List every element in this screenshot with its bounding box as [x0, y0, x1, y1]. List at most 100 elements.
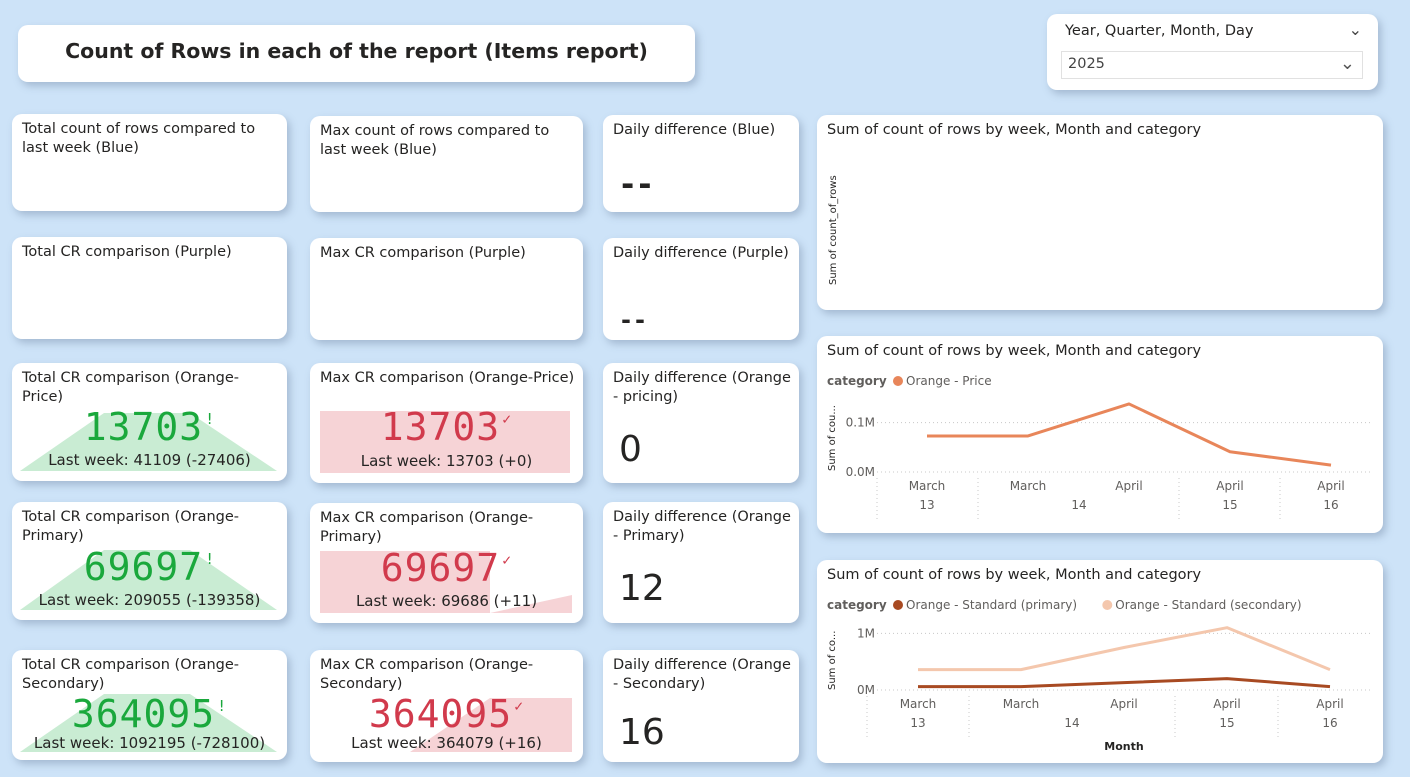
kpi-daily-blue[interactable]: Daily difference (Blue) -- — [603, 115, 799, 212]
kpi-max-blue[interactable]: Max count of rows compared to last week … — [310, 116, 583, 212]
chart-plot: category Orange - Standard (primary) Orang… — [827, 598, 1373, 753]
x-group-label: 14 — [1064, 716, 1079, 730]
y-axis-label: Sum of co... — [827, 631, 838, 690]
x-group-label: 13 — [919, 498, 934, 512]
kpi-value: 13703! — [12, 405, 287, 449]
card-value: 0 — [619, 429, 642, 470]
kpi-number: 364095 — [368, 692, 513, 736]
x-group-label: 16 — [1323, 498, 1338, 512]
alert-icon: ! — [217, 697, 228, 715]
card-title: Daily difference (Purple) — [613, 245, 789, 261]
kpi-total-blue[interactable]: Total count of rows compared to last wee… — [12, 114, 287, 211]
card-value: -- — [621, 165, 656, 203]
kpi-number: 13703 — [380, 405, 501, 449]
slicer-label: Year, Quarter, Month, Day — [1065, 23, 1254, 39]
kpi-value: 13703 ✓ — [310, 405, 583, 449]
x-tick-label: March — [900, 697, 937, 711]
legend-marker — [1102, 600, 1113, 610]
card-title: Total CR comparison (Orange-Price) — [22, 370, 240, 405]
y-axis-label: Sum of count_of_rows — [828, 175, 839, 285]
x-tick-label: April — [1216, 479, 1243, 493]
date-slicer[interactable]: Year, Quarter, Month, Day ⌄ 2025 ⌄ — [1047, 14, 1378, 90]
legend-marker — [893, 600, 903, 610]
legend-entry: Orange - Price — [906, 374, 992, 388]
x-group-label: 15 — [1222, 498, 1237, 512]
x-group-label: 14 — [1071, 498, 1086, 512]
kpi-max-orange-secondary[interactable]: Max CR comparison (Orange-Secondary) 364… — [310, 650, 583, 762]
kpi-max-orange-primary[interactable]: Max CR comparison (Orange-Primary) 69697… — [310, 503, 583, 623]
legend-marker — [893, 376, 903, 386]
card-title: Total CR comparison (Purple) — [22, 244, 232, 260]
card-value: 16 — [619, 712, 665, 753]
x-group-label: 16 — [1322, 716, 1337, 730]
card-title: Max count of rows compared to last week … — [320, 123, 550, 158]
kpi-total-orange-price[interactable]: Total CR comparison (Orange-Price) 13703… — [12, 363, 287, 481]
y-tick-label: 1M — [857, 626, 875, 640]
page-title-card: Count of Rows in each of the report (Ite… — [18, 25, 695, 82]
x-tick-label: April — [1213, 697, 1240, 711]
kpi-last-week: Last week: 69686 (+11) — [355, 592, 538, 610]
card-title: Daily difference (Blue) — [613, 122, 776, 138]
x-tick-label: March — [1010, 479, 1047, 493]
kpi-total-purple[interactable]: Total CR comparison (Purple) — [12, 237, 287, 339]
kpi-daily-orange-secondary[interactable]: Daily difference (Orange - Secondary) 16 — [603, 650, 799, 762]
chevron-down-icon[interactable]: ⌄ — [1340, 53, 1355, 74]
kpi-value: 364095! — [12, 692, 287, 736]
card-value: -- — [621, 306, 649, 334]
chart-orange-price[interactable]: Sum of count of rows by week, Month and … — [817, 336, 1383, 533]
legend-title: category — [827, 374, 887, 388]
kpi-last-week: Last week: 13703 (+0) — [360, 452, 533, 470]
page-title: Count of Rows in each of the report (Ite… — [65, 39, 648, 63]
series-line — [927, 402, 1332, 467]
x-tick-label: April — [1115, 479, 1142, 493]
alert-icon: ! — [205, 550, 216, 568]
chevron-down-icon[interactable]: ⌄ — [1349, 20, 1362, 39]
kpi-total-orange-primary[interactable]: Total CR comparison (Orange-Primary) 696… — [12, 502, 287, 620]
chart-orange-standard[interactable]: Sum of count of rows by week, Month and … — [817, 560, 1383, 763]
alert-icon: ! — [205, 410, 216, 428]
check-icon: ✓ — [502, 551, 513, 569]
kpi-number: 13703 — [83, 405, 204, 449]
card-title: Total CR comparison (Orange-Secondary) — [22, 657, 240, 692]
kpi-last-week: Last week: 1092195 (-728100) — [33, 734, 266, 752]
y-tick-label: 0.1M — [846, 416, 875, 430]
x-tick-label: April — [1316, 697, 1343, 711]
series-line — [918, 677, 1331, 689]
x-tick-label: March — [1003, 697, 1040, 711]
series-line — [918, 626, 1331, 672]
x-tick-label: March — [909, 479, 946, 493]
kpi-daily-purple[interactable]: Daily difference (Purple) -- — [603, 238, 799, 340]
kpi-last-week: Last week: 364079 (+16) — [351, 734, 542, 752]
kpi-last-week: Last week: 209055 (-139358) — [38, 591, 261, 609]
y-tick-label: 0M — [857, 683, 875, 697]
kpi-daily-orange-primary[interactable]: Daily difference (Orange - Primary) 12 — [603, 502, 799, 623]
kpi-last-week: Last week: 41109 (-27406) — [48, 451, 251, 469]
x-tick-label: April — [1317, 479, 1344, 493]
card-title: Max CR comparison (Orange-Secondary) — [320, 657, 534, 692]
card-title: Daily difference (Orange - Secondary) — [613, 657, 791, 692]
slicer-value: 2025 — [1068, 56, 1105, 72]
legend-entry: Orange - Standard (primary) — [906, 598, 1077, 612]
x-tick-label: April — [1110, 697, 1137, 711]
y-tick-label: 0.0M — [846, 465, 875, 479]
card-title: Max CR comparison (Orange-Primary) — [320, 510, 534, 545]
kpi-max-orange-price[interactable]: Max CR comparison (Orange-Price) 13703 ✓ … — [310, 363, 583, 483]
kpi-value: 69697! — [12, 545, 287, 589]
card-title: Total count of rows compared to last wee… — [22, 121, 256, 156]
card-value: 12 — [619, 568, 665, 609]
legend-title: category — [827, 598, 887, 612]
kpi-number: 69697 — [380, 546, 501, 590]
chart-blue-empty[interactable]: Sum of count of rows by week, Month and … — [817, 115, 1383, 310]
kpi-daily-orange-price[interactable]: Daily difference (Orange - pricing) 0 — [603, 363, 799, 483]
card-title: Total CR comparison (Orange-Primary) — [22, 509, 240, 544]
slicer-dropdown[interactable]: 2025 ⌄ — [1061, 51, 1363, 79]
chart-plot: category Orange - Price 0.1M 0.0M Sum of cou… — [827, 374, 1373, 519]
x-group-label: 15 — [1219, 716, 1234, 730]
check-icon: ✓ — [514, 697, 525, 715]
kpi-number: 364095 — [71, 692, 216, 736]
kpi-value: 364095 ✓ — [310, 692, 583, 736]
card-title: Max CR comparison (Orange-Price) — [320, 370, 575, 386]
chart-plot: Sum of count_of_rows — [828, 175, 839, 285]
kpi-total-orange-secondary[interactable]: Total CR comparison (Orange-Secondary) 3… — [12, 650, 287, 760]
kpi-max-purple[interactable]: Max CR comparison (Purple) — [310, 238, 583, 340]
